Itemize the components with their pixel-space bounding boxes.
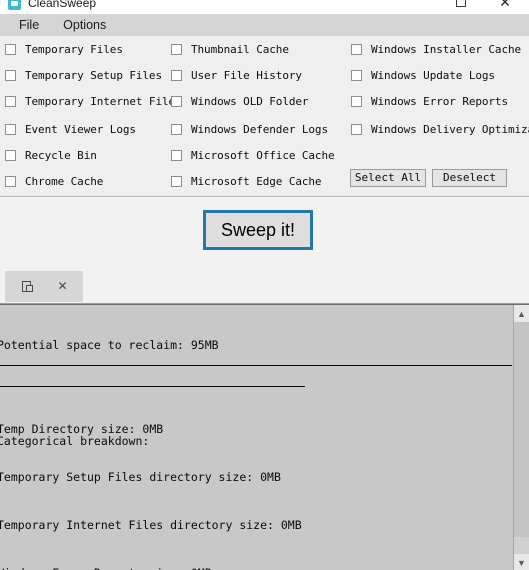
checkbox-row-temporary-setup-files[interactable]: Temporary Setup Files xyxy=(5,69,162,82)
checkbox-label: Microsoft Office Cache xyxy=(191,149,335,162)
close-glyph: ✕ xyxy=(499,0,511,10)
checkbox-microsoft-office-cache[interactable] xyxy=(171,150,182,161)
checkbox-row-windows-installer-cache[interactable]: Windows Installer Cache xyxy=(351,43,521,56)
results-tabstrip: ✕ xyxy=(0,265,529,304)
close-icon[interactable]: ✕ xyxy=(56,279,69,293)
duplicate-window-icon[interactable] xyxy=(22,280,34,292)
checkbox-row-thumbnail-cache[interactable]: Thumbnail Cache xyxy=(171,43,289,56)
checkbox-label: Microsoft Edge Cache xyxy=(191,175,322,188)
checkbox-row-event-viewer-logs[interactable]: Event Viewer Logs xyxy=(5,123,136,136)
checkbox-label: Windows Installer Cache xyxy=(371,43,522,56)
checkbox-label: Windows OLD Folder xyxy=(191,95,309,108)
breakdown-item: Temporary Setup Files directory size: 0M… xyxy=(0,470,281,484)
checkbox-label: Temporary Internet Files xyxy=(25,95,182,108)
sweep-it-button[interactable]: Sweep it! xyxy=(203,210,313,250)
checkbox-row-recycle-bin[interactable]: Recycle Bin xyxy=(5,149,97,162)
checkbox-row-windows-error-reports[interactable]: Windows Error Reports xyxy=(351,95,508,108)
window-title: CleanSweep xyxy=(28,0,97,10)
menubar: File Options xyxy=(0,14,529,36)
select-all-button[interactable]: Select All xyxy=(350,169,426,187)
broom-icon xyxy=(8,0,21,10)
checkbox-windows-installer-cache[interactable] xyxy=(351,44,362,55)
divider-top xyxy=(0,365,512,366)
chevron-up-icon[interactable]: ▲ xyxy=(514,305,529,322)
checkbox-thumbnail-cache[interactable] xyxy=(171,44,182,55)
breakdown-item: Temporary Internet Files directory size:… xyxy=(0,518,302,532)
potential-space-line: Potential space to reclaim: 95MB xyxy=(0,338,219,352)
results-output-pane: Potential space to reclaim: 95MB Categor… xyxy=(0,304,529,570)
close-icon[interactable]: ✕ xyxy=(490,0,520,13)
checkbox-row-chrome-cache[interactable]: Chrome Cache xyxy=(5,175,103,188)
window-titlebar: CleanSweep ✕ xyxy=(0,0,529,14)
checkbox-row-temporary-internet-files[interactable]: Temporary Internet Files xyxy=(5,95,182,108)
breakdown-item: Windows Error Reports size: 0MB xyxy=(0,565,309,570)
checkbox-temporary-setup-files[interactable] xyxy=(5,70,16,81)
checkbox-label: Windows Defender Logs xyxy=(191,123,328,136)
checkbox-windows-old-folder[interactable] xyxy=(171,96,182,107)
titlebar-left-group: CleanSweep xyxy=(8,0,96,14)
checkbox-event-viewer-logs[interactable] xyxy=(5,124,16,135)
menu-item-file[interactable]: File xyxy=(10,16,48,34)
checkbox-label: Thumbnail Cache xyxy=(191,43,289,56)
checkbox-row-windows-update-logs[interactable]: Windows Update Logs xyxy=(351,69,495,82)
checkbox-row-temporary-files[interactable]: Temporary Files xyxy=(5,43,123,56)
checkbox-microsoft-edge-cache[interactable] xyxy=(171,176,182,187)
maximize-icon[interactable] xyxy=(446,0,476,13)
checkbox-label: Temporary Files xyxy=(25,43,123,56)
checkbox-temporary-files[interactable] xyxy=(5,44,16,55)
checkbox-label: Windows Delivery Optimizat xyxy=(371,123,529,136)
checkbox-label: Temporary Setup Files xyxy=(25,69,162,82)
checkbox-label: User File History xyxy=(191,69,302,82)
checkbox-label: Event Viewer Logs xyxy=(25,123,136,136)
menu-item-options[interactable]: Options xyxy=(54,16,115,34)
checkbox-temporary-internet-files[interactable] xyxy=(5,96,16,107)
maximize-glyph xyxy=(456,0,466,7)
deselect-button[interactable]: Deselect xyxy=(432,169,507,187)
checkbox-label: Windows Error Reports xyxy=(371,95,508,108)
checkbox-windows-error-reports[interactable] xyxy=(351,96,362,107)
checkbox-row-windows-old-folder[interactable]: Windows OLD Folder xyxy=(171,95,309,108)
checkbox-row-windows-delivery-optimization[interactable]: Windows Delivery Optimizat xyxy=(351,123,529,136)
divider-bottom xyxy=(0,386,305,387)
checkbox-user-file-history[interactable] xyxy=(171,70,182,81)
breakdown-item: Temp Directory size: 0MB xyxy=(0,422,164,436)
checkbox-recycle-bin[interactable] xyxy=(5,150,16,161)
checkbox-label: Windows Update Logs xyxy=(371,69,495,82)
checkbox-chrome-cache[interactable] xyxy=(5,176,16,187)
checkbox-windows-delivery-optimization[interactable] xyxy=(351,124,362,135)
checkbox-label: Recycle Bin xyxy=(25,149,97,162)
breakdown-list: Temp Directory size: 0MB Temporary Setup… xyxy=(0,389,309,570)
checkbox-row-windows-defender-logs[interactable]: Windows Defender Logs xyxy=(171,123,328,136)
checkbox-windows-update-logs[interactable] xyxy=(351,70,362,81)
chevron-down-icon[interactable]: ▼ xyxy=(514,554,529,570)
results-vertical-scrollbar[interactable]: ▲ ▼ xyxy=(513,305,529,570)
checkbox-row-user-file-history[interactable]: User File History xyxy=(171,69,302,82)
scrollbar-thumb[interactable] xyxy=(514,322,529,537)
checkbox-row-microsoft-office-cache[interactable]: Microsoft Office Cache xyxy=(171,149,335,162)
checkbox-row-microsoft-edge-cache[interactable]: Microsoft Edge Cache xyxy=(171,175,322,188)
sweep-action-area: Sweep it! xyxy=(0,197,529,265)
checkbox-windows-defender-logs[interactable] xyxy=(171,124,182,135)
cleanup-options-panel: Temporary Files Temporary Setup Files Te… xyxy=(0,36,529,197)
checkbox-label: Chrome Cache xyxy=(25,175,104,188)
tab-results-1[interactable]: ✕ xyxy=(5,271,83,302)
